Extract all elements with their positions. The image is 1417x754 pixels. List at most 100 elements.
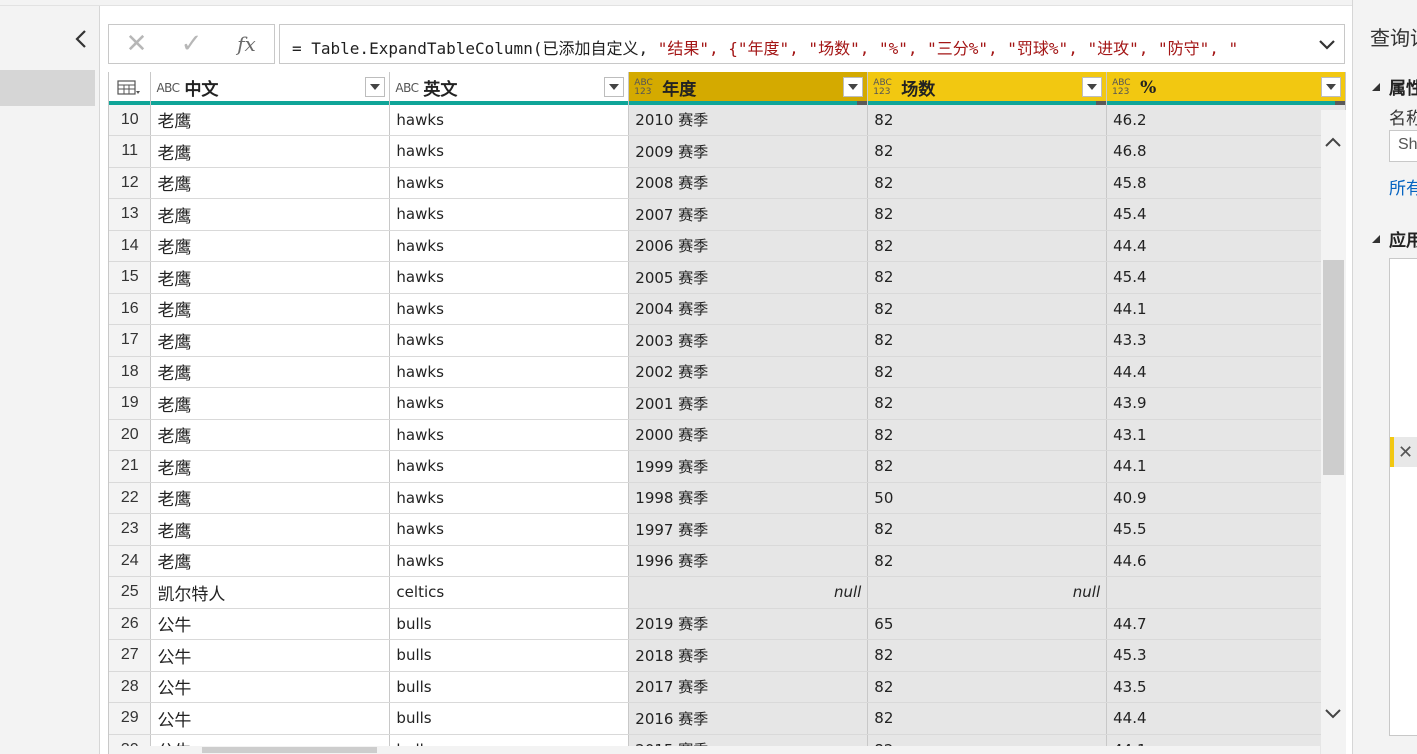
- cell-year[interactable]: 2018 赛季: [628, 639, 869, 672]
- applied-steps-section[interactable]: 应用的步骤: [1371, 226, 1417, 251]
- column-filter-button[interactable]: [365, 77, 386, 97]
- cell-zh[interactable]: 公牛: [150, 671, 391, 703]
- cell-games[interactable]: 82: [867, 293, 1108, 325]
- cell-en[interactable]: hawks: [389, 104, 630, 136]
- cell-year[interactable]: 2004 赛季: [628, 293, 869, 325]
- table-row[interactable]: 13 老鹰 hawks 2007 赛季 82 45.4: [109, 198, 1346, 231]
- cell-en[interactable]: bulls: [389, 702, 630, 735]
- cell-en[interactable]: hawks: [389, 293, 630, 325]
- cell-year[interactable]: 2002 赛季: [628, 356, 869, 388]
- formula-input[interactable]: = Table.ExpandTableColumn(已添加自定义, "结果", …: [279, 24, 1345, 64]
- table-row[interactable]: 22 老鹰 hawks 1998 赛季 50 40.9: [109, 482, 1346, 514]
- cell-games[interactable]: 82: [867, 671, 1108, 703]
- table-row[interactable]: 25 凯尔特人 celtics null null: [109, 576, 1346, 609]
- table-row[interactable]: 20 老鹰 hawks 2000 赛季 82 43.1: [109, 419, 1346, 451]
- column-header-1[interactable]: ABC 英文: [389, 72, 630, 105]
- cell-games[interactable]: 82: [867, 261, 1108, 294]
- any-type-icon[interactable]: ABC 123: [634, 78, 662, 97]
- any-type-icon[interactable]: ABC 123: [873, 78, 901, 97]
- cell-games[interactable]: 82: [867, 198, 1108, 231]
- cell-pct[interactable]: 44.4: [1106, 702, 1346, 735]
- applied-step-selected[interactable]: ✕: [1390, 437, 1417, 467]
- cell-zh[interactable]: 老鹰: [150, 135, 391, 168]
- cell-zh[interactable]: 老鹰: [150, 482, 391, 514]
- cell-year[interactable]: 2016 赛季: [628, 702, 869, 735]
- cell-year[interactable]: 2007 赛季: [628, 198, 869, 231]
- cell-zh[interactable]: 老鹰: [150, 167, 391, 199]
- cell-zh[interactable]: 老鹰: [150, 450, 391, 483]
- any-type-icon[interactable]: ABC 123: [1112, 78, 1140, 97]
- cell-pct[interactable]: 44.4: [1106, 230, 1346, 262]
- cell-en[interactable]: hawks: [389, 419, 630, 451]
- cell-en[interactable]: hawks: [389, 135, 630, 168]
- cell-en[interactable]: hawks: [389, 261, 630, 294]
- cell-pct[interactable]: 45.3: [1106, 639, 1346, 672]
- cell-en[interactable]: hawks: [389, 324, 630, 357]
- table-row[interactable]: 15 老鹰 hawks 2005 赛季 82 45.4: [109, 261, 1346, 294]
- cell-year[interactable]: 2003 赛季: [628, 324, 869, 357]
- cell-games[interactable]: 82: [867, 324, 1108, 357]
- cell-pct[interactable]: 43.1: [1106, 419, 1346, 451]
- cell-pct[interactable]: 45.8: [1106, 167, 1346, 199]
- cell-games[interactable]: 82: [867, 419, 1108, 451]
- table-row[interactable]: 17 老鹰 hawks 2003 赛季 82 43.3: [109, 324, 1346, 357]
- cell-year[interactable]: 2008 赛季: [628, 167, 869, 199]
- cell-games[interactable]: 82: [867, 387, 1108, 420]
- cell-year[interactable]: 2006 赛季: [628, 230, 869, 262]
- table-row[interactable]: 21 老鹰 hawks 1999 赛季 82 44.1: [109, 450, 1346, 483]
- cell-pct[interactable]: 46.8: [1106, 135, 1346, 168]
- column-filter-button[interactable]: [1321, 77, 1341, 97]
- commit-icon[interactable]: ✓: [164, 25, 219, 63]
- cell-zh[interactable]: 老鹰: [150, 230, 391, 262]
- cell-en[interactable]: hawks: [389, 230, 630, 262]
- cell-pct[interactable]: 44.6: [1106, 545, 1346, 577]
- text-type-icon[interactable]: ABC: [395, 81, 423, 95]
- column-filter-button[interactable]: [604, 77, 625, 97]
- cell-games[interactable]: 82: [867, 545, 1108, 577]
- fx-icon[interactable]: fx: [219, 25, 274, 63]
- table-menu-cell[interactable]: [109, 72, 152, 105]
- cell-pct[interactable]: 43.3: [1106, 324, 1346, 357]
- vertical-scroll-thumb[interactable]: [1323, 260, 1344, 475]
- collapse-queries-button[interactable]: [70, 24, 92, 54]
- query-name-input[interactable]: Sheet1: [1389, 130, 1417, 162]
- cell-year[interactable]: 1998 赛季: [628, 482, 869, 514]
- all-properties-link[interactable]: 所有属性: [1389, 174, 1417, 199]
- cell-pct[interactable]: 44.7: [1106, 608, 1346, 640]
- cell-pct[interactable]: 45.5: [1106, 513, 1346, 546]
- selected-query-item[interactable]: [0, 70, 95, 106]
- cell-year[interactable]: 2000 赛季: [628, 419, 869, 451]
- cell-games[interactable]: 82: [867, 450, 1108, 483]
- table-row[interactable]: 23 老鹰 hawks 1997 赛季 82 45.5: [109, 513, 1346, 546]
- cell-year[interactable]: 2009 赛季: [628, 135, 869, 168]
- cell-en[interactable]: celtics: [389, 576, 630, 609]
- cell-zh[interactable]: 公牛: [150, 608, 391, 640]
- cell-en[interactable]: hawks: [389, 387, 630, 420]
- cell-year[interactable]: 1999 赛季: [628, 450, 869, 483]
- cell-zh[interactable]: 老鹰: [150, 356, 391, 388]
- cell-zh[interactable]: 老鹰: [150, 387, 391, 420]
- column-header-0[interactable]: ABC 中文: [150, 72, 391, 105]
- cell-year[interactable]: 2001 赛季: [628, 387, 869, 420]
- table-row[interactable]: 26 公牛 bulls 2019 赛季 65 44.7: [109, 608, 1346, 640]
- cell-pct[interactable]: [1106, 576, 1346, 609]
- table-row[interactable]: 12 老鹰 hawks 2008 赛季 82 45.8: [109, 167, 1346, 199]
- cell-pct[interactable]: 40.9: [1106, 482, 1346, 514]
- cell-zh[interactable]: 老鹰: [150, 104, 391, 136]
- vertical-scrollbar[interactable]: [1321, 110, 1346, 754]
- properties-section[interactable]: 属性: [1371, 74, 1417, 99]
- cell-zh[interactable]: 公牛: [150, 639, 391, 672]
- cell-games[interactable]: 65: [867, 608, 1108, 640]
- cell-games[interactable]: 82: [867, 356, 1108, 388]
- cell-year[interactable]: 2017 赛季: [628, 671, 869, 703]
- table-row[interactable]: 16 老鹰 hawks 2004 赛季 82 44.1: [109, 293, 1346, 325]
- cell-year[interactable]: 1997 赛季: [628, 513, 869, 546]
- cell-zh[interactable]: 老鹰: [150, 261, 391, 294]
- cell-year[interactable]: null: [628, 576, 869, 609]
- table-row[interactable]: 14 老鹰 hawks 2006 赛季 82 44.4: [109, 230, 1346, 262]
- cell-games[interactable]: 82: [867, 135, 1108, 168]
- scroll-down-icon[interactable]: [1325, 706, 1341, 722]
- cell-games[interactable]: null: [867, 576, 1108, 609]
- cell-zh[interactable]: 公牛: [150, 702, 391, 735]
- table-row[interactable]: 29 公牛 bulls 2016 赛季 82 44.4: [109, 702, 1346, 735]
